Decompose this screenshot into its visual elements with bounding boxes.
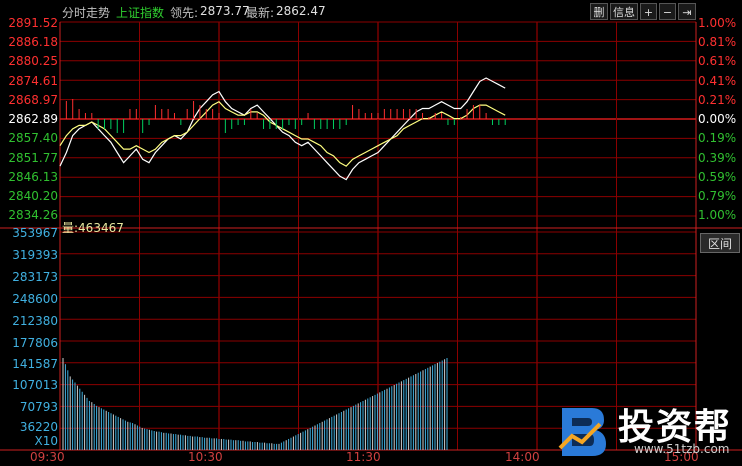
percent-tick: 0.79% [698, 189, 737, 203]
expand-button[interactable]: ⇥ [678, 3, 696, 20]
brand-url: www.51tzb.com [634, 442, 730, 456]
price-tick: 2851.77 [8, 151, 58, 165]
price-tick: 2886.18 [8, 35, 58, 49]
percent-tick: 1.00% [698, 16, 737, 30]
volume-tick: 283173 [12, 270, 58, 284]
volume-multiplier: X10 [34, 434, 59, 448]
price-tick: 2846.13 [8, 170, 58, 184]
price-tick: 2857.40 [8, 131, 58, 145]
percent-tick: 0.81% [698, 35, 737, 49]
percent-tick: 0.61% [698, 54, 737, 68]
volume-tick: 107013 [12, 378, 58, 392]
info-button[interactable]: 信息 [610, 3, 638, 20]
price-tick: 2874.61 [8, 74, 58, 88]
time-tick: 14:00 [505, 450, 540, 464]
price-tick: 2862.89 [8, 112, 58, 126]
time-tick: 09:30 [30, 450, 65, 464]
index-name[interactable]: 上证指数 [116, 4, 164, 21]
percent-tick: 0.00% [698, 112, 737, 126]
percent-tick: 0.19% [698, 131, 737, 145]
volume-tick: 319393 [12, 248, 58, 262]
zoom-out-button[interactable]: − [659, 3, 676, 20]
price-tick: 2834.26 [8, 208, 58, 222]
time-tick: 10:30 [188, 450, 223, 464]
time-tick: 11:30 [346, 450, 381, 464]
leader-label: 领先: [170, 6, 199, 20]
delete-button[interactable]: 删 [590, 3, 608, 20]
price-tick: 2880.25 [8, 54, 58, 68]
series-line [59, 100, 506, 167]
leader-value: 2873.77 [200, 4, 250, 18]
brand-logo: 投资帮 www.51tzb.com [556, 398, 742, 466]
volume-value: 463467 [78, 221, 124, 235]
percent-tick: 0.21% [698, 93, 737, 107]
percent-tick: 1.00% [698, 208, 737, 222]
volume-tick: 248600 [12, 292, 58, 306]
percent-tick: 0.59% [698, 170, 737, 184]
view-title: 分时走势 [62, 6, 111, 20]
latest-label: 最新: [246, 6, 275, 20]
volume-tick: 177806 [12, 336, 58, 350]
range-button[interactable]: 区间 [700, 233, 740, 253]
price-tick: 2891.52 [8, 16, 58, 30]
title-bar: 分时走势 上证指数 领先: 2873.77 最新: 2862.47 删 信息 +… [0, 0, 742, 22]
price-tick: 2868.97 [8, 93, 58, 107]
price-tick: 2840.20 [8, 189, 58, 203]
volume-header: 量:463467 [62, 219, 124, 236]
volume-tick: 70793 [19, 400, 58, 414]
volume-tick: 212380 [12, 314, 58, 328]
brand-logo-icon [558, 408, 606, 456]
latest-value: 2862.47 [276, 4, 326, 18]
volume-label: 量: [62, 221, 79, 235]
volume-tick: 353967 [12, 226, 58, 240]
zoom-in-button[interactable]: + [640, 3, 657, 20]
percent-tick: 0.39% [698, 151, 737, 165]
volume-tick: 141587 [12, 357, 58, 371]
volume-tick: 36220 [19, 420, 58, 434]
percent-tick: 0.41% [698, 74, 737, 88]
